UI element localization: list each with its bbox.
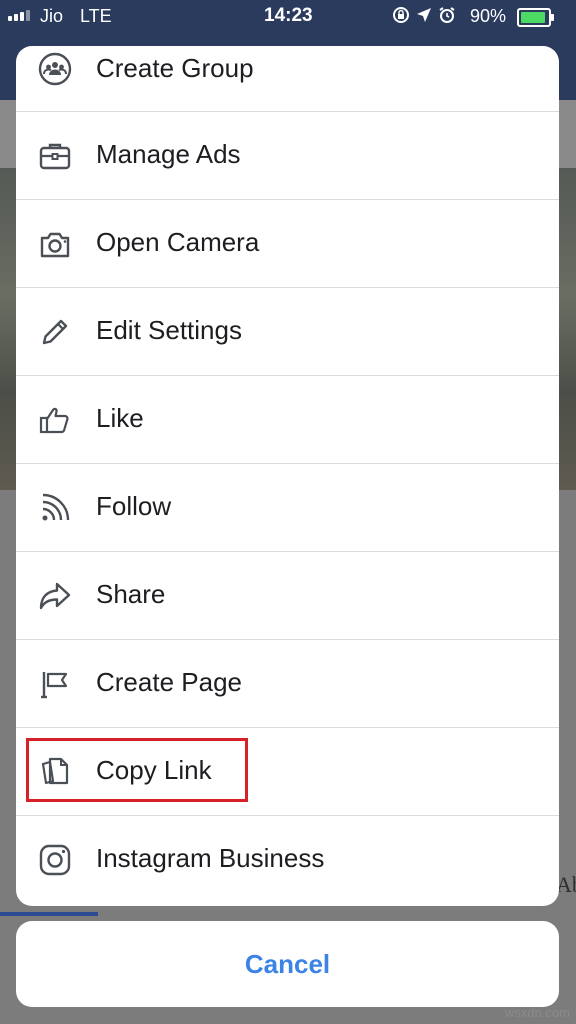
menu-item-create-group[interactable]: Create Group (16, 46, 559, 112)
menu-item-label: Open Camera (96, 227, 260, 257)
cancel-button[interactable]: Cancel (16, 921, 559, 1007)
watermark: wsxdn.com (504, 1005, 570, 1020)
menu-item-label: Edit Settings (96, 315, 242, 345)
menu-item-copy-link[interactable]: Copy Link (16, 728, 559, 816)
copy-icon (41, 757, 69, 785)
location-arrow-icon (417, 8, 431, 22)
network-type: LTE (80, 6, 112, 26)
menu-item-manage-ads[interactable]: Manage Ads (16, 112, 559, 200)
menu-item-follow[interactable]: Follow (16, 464, 559, 552)
rss-icon (42, 493, 70, 521)
thumbs-up-icon (39, 407, 69, 434)
menu-item-label: Follow (96, 491, 172, 521)
clock: 14:23 (264, 5, 313, 26)
battery-icon (517, 8, 554, 27)
menu-item-label: Instagram Business (96, 843, 325, 873)
menu-item-like[interactable]: Like (16, 376, 559, 464)
camera-icon (40, 232, 70, 258)
instagram-icon (39, 844, 71, 876)
action-sheet: Create Group Manage Ads Open Camera Edit… (16, 46, 559, 906)
group-icon (38, 52, 72, 86)
menu-item-label: Create Group (96, 53, 254, 83)
menu-item-open-camera[interactable]: Open Camera (16, 200, 559, 288)
menu-item-label: Share (96, 579, 166, 609)
menu-item-create-page[interactable]: Create Page (16, 640, 559, 728)
briefcase-icon (39, 143, 71, 170)
menu-item-label: Copy Link (96, 755, 212, 785)
pencil-icon (42, 319, 68, 345)
menu-item-share[interactable]: Share (16, 552, 559, 640)
menu-item-label: Create Page (96, 667, 242, 697)
signal-icon (8, 10, 30, 21)
menu-item-label: Like (96, 403, 144, 433)
rotation-lock-icon (393, 7, 409, 23)
menu-item-edit-settings[interactable]: Edit Settings (16, 288, 559, 376)
flag-icon (41, 672, 68, 699)
menu-item-instagram-business[interactable]: Instagram Business (16, 816, 559, 904)
carrier-name: Jio (40, 6, 64, 26)
menu-item-label: Manage Ads (96, 139, 241, 169)
alarm-icon (439, 7, 455, 23)
status-bar: Jio LTE 14:23 90% (0, 0, 576, 34)
share-arrow-icon (39, 582, 71, 610)
background-tab-label: Ab (556, 872, 576, 897)
background-active-tab-indicator (0, 912, 98, 916)
battery-percent: 90% (470, 6, 507, 26)
